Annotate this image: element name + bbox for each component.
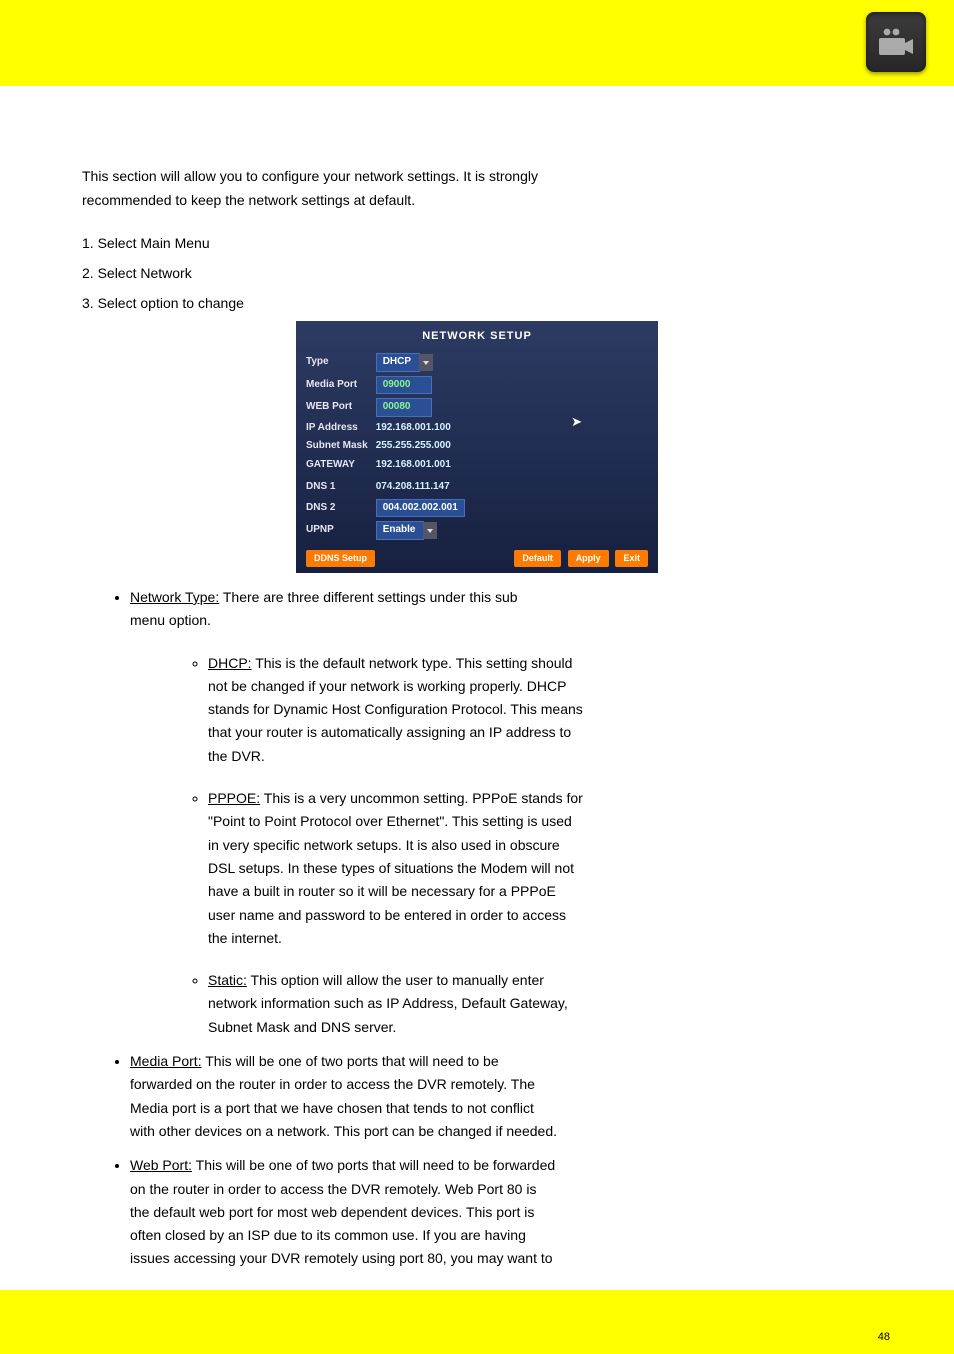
page-number: 48 xyxy=(878,1330,890,1346)
web-port-field[interactable]: 00080 xyxy=(376,398,432,417)
text: stands for Dynamic Host Configuration Pr… xyxy=(208,699,872,719)
text: user name and password to be entered in … xyxy=(208,905,872,925)
sub-bullet-list: DHCP: This is the default network type. … xyxy=(208,653,872,1037)
text: This will be one of two ports that will … xyxy=(202,1053,499,1069)
row-gateway-label: GATEWAY xyxy=(306,456,376,475)
bullet-list: Network Type: There are three different … xyxy=(130,587,872,1269)
text: issues accessing your DVR remotely using… xyxy=(130,1248,872,1268)
text: often closed by an ISP due to its common… xyxy=(130,1225,872,1245)
text: Subnet Mask and DNS server. xyxy=(208,1017,872,1037)
sub-bullet-static: Static: This option will allow the user … xyxy=(208,970,872,1037)
row-type-label: Type xyxy=(306,351,376,374)
dns1-value: 074.208.111.147 xyxy=(376,481,450,492)
chevron-down-icon[interactable] xyxy=(423,522,437,539)
type-select-value: DHCP xyxy=(383,356,411,367)
text: "Point to Point Protocol over Ethernet".… xyxy=(208,811,872,831)
sub-bullet-pppoe: PPPOE: This is a very uncommon setting. … xyxy=(208,788,872,948)
apply-button[interactable]: Apply xyxy=(568,550,609,567)
term-dhcp: DHCP: xyxy=(208,655,252,671)
step-3: 3. Select option to change xyxy=(82,293,872,313)
text: the default web port for most web depend… xyxy=(130,1202,872,1222)
term-network-type: Network Type: xyxy=(130,589,219,605)
steps-list: 1. Select Main Menu 2. Select Network 3.… xyxy=(82,233,872,314)
term-media-port: Media Port: xyxy=(130,1053,202,1069)
intro-paragraph: This section will allow you to configure… xyxy=(82,166,872,211)
text: This option will allow the user to manua… xyxy=(247,972,544,988)
text: There are three different settings under… xyxy=(219,589,517,605)
upnp-select[interactable]: Enable xyxy=(376,521,425,540)
step-2: 2. Select Network xyxy=(82,263,872,283)
chevron-down-icon[interactable] xyxy=(419,354,433,371)
row-dns1-label: DNS 1 xyxy=(306,478,376,497)
text: This will be one of two ports that will … xyxy=(192,1157,555,1173)
text: This is the default network type. This s… xyxy=(252,655,573,671)
text: DSL setups. In these types of situations… xyxy=(208,858,872,878)
text: menu option. xyxy=(130,610,872,630)
bullet-media-port: Media Port: This will be one of two port… xyxy=(130,1051,872,1141)
text: not be changed if your network is workin… xyxy=(208,676,872,696)
dns2-field[interactable]: 004.002.002.001 xyxy=(376,499,465,518)
exit-button[interactable]: Exit xyxy=(615,550,648,567)
row-upnp-label: UPNP xyxy=(306,519,376,542)
row-media-label: Media Port xyxy=(306,374,376,397)
row-ip-label: IP Address xyxy=(306,419,376,438)
text: that your router is automatically assign… xyxy=(208,722,872,742)
ip-address-value: 192.168.001.100 xyxy=(376,422,451,433)
media-port-field[interactable]: 09000 xyxy=(376,376,432,395)
page-content: This section will allow you to configure… xyxy=(0,86,954,1269)
gateway-value: 192.168.001.001 xyxy=(376,459,451,470)
intro-line-2: recommended to keep the network settings… xyxy=(82,190,872,210)
screenshot-title: NETWORK SETUP xyxy=(306,329,648,345)
text: on the router in order to access the DVR… xyxy=(130,1179,872,1199)
camera-icon xyxy=(866,12,926,72)
bullet-web-port: Web Port: This will be one of two ports … xyxy=(130,1155,872,1268)
sub-bullet-dhcp: DHCP: This is the default network type. … xyxy=(208,653,872,766)
row-dns2-label: DNS 2 xyxy=(306,497,376,520)
cursor-icon: ➤ xyxy=(571,413,582,432)
text: have a built in router so it will be nec… xyxy=(208,881,872,901)
text: Media port is a port that we have chosen… xyxy=(130,1098,872,1118)
embedded-screenshot-wrap: NETWORK SETUP ➤ Type DHCP Media Port 090… xyxy=(82,321,872,572)
text: This is a very uncommon setting. PPPoE s… xyxy=(260,790,583,806)
row-web-label: WEB Port xyxy=(306,396,376,419)
type-select[interactable]: DHCP xyxy=(376,353,420,372)
term-static: Static: xyxy=(208,972,247,988)
subnet-mask-value: 255.255.255.000 xyxy=(376,440,451,451)
row-subnet-label: Subnet Mask xyxy=(306,437,376,456)
intro-line-1: This section will allow you to configure… xyxy=(82,166,872,186)
text: forwarded on the router in order to acce… xyxy=(130,1074,872,1094)
header-bar xyxy=(0,0,954,86)
default-button[interactable]: Default xyxy=(514,550,561,567)
network-setup-screenshot: NETWORK SETUP ➤ Type DHCP Media Port 090… xyxy=(296,321,658,572)
upnp-select-value: Enable xyxy=(383,524,416,535)
text: in very specific network setups. It is a… xyxy=(208,835,872,855)
footer-bar: 48 xyxy=(0,1290,954,1354)
bullet-network-type: Network Type: There are three different … xyxy=(130,587,872,1037)
text: the DVR. xyxy=(208,746,872,766)
step-1: 1. Select Main Menu xyxy=(82,233,872,253)
ddns-setup-button[interactable]: DDNS Setup xyxy=(306,550,375,567)
text: with other devices on a network. This po… xyxy=(130,1121,872,1141)
term-web-port: Web Port: xyxy=(130,1157,192,1173)
text: the internet. xyxy=(208,928,872,948)
text: network information such as IP Address, … xyxy=(208,993,872,1013)
term-pppoe: PPPOE: xyxy=(208,790,260,806)
